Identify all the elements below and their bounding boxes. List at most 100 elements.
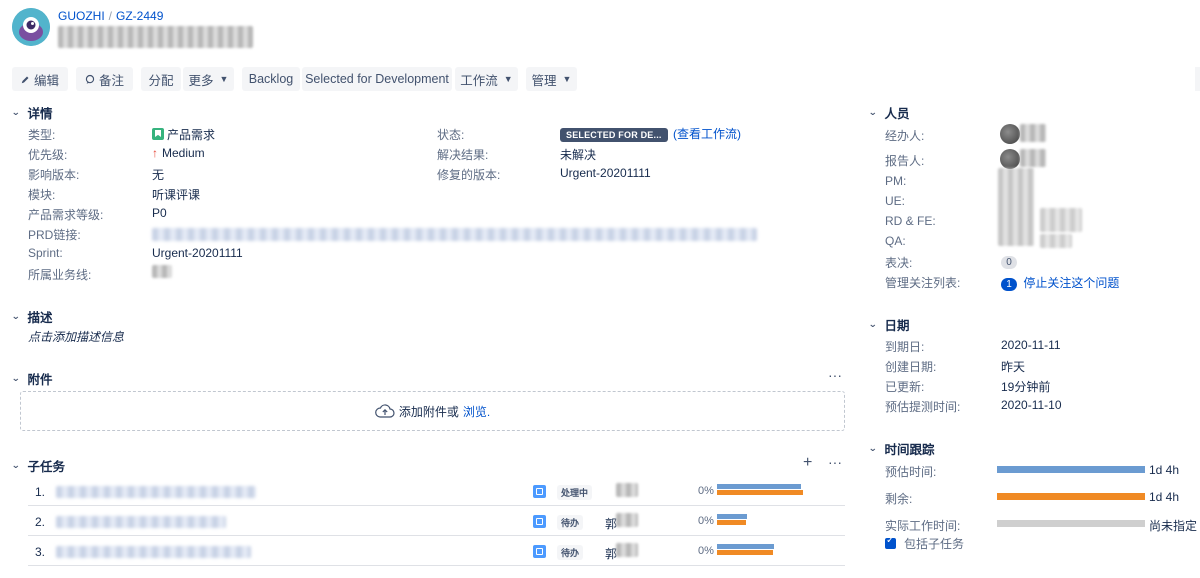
check-icon: ✓	[886, 535, 895, 546]
prd-link[interactable]	[152, 228, 757, 241]
chevron-down-icon: ▼	[562, 74, 572, 84]
browse-link[interactable]: 浏览.	[463, 403, 490, 420]
selected-dev-label: Selected for Development	[305, 72, 449, 86]
subtask-remaining-bar	[717, 550, 773, 555]
subtask-status-badge[interactable]: 待办	[557, 545, 584, 560]
priority-label: 优先级:	[28, 148, 68, 162]
selected-for-development-button[interactable]: Selected for Development	[302, 67, 452, 91]
attachments-section-toggle[interactable]: ⌄ 附件	[11, 369, 52, 388]
type-value-text: 产品需求	[167, 128, 216, 142]
subtask-summary[interactable]	[56, 486, 256, 498]
chevron-down-icon: ⌄	[11, 107, 21, 117]
comment-button[interactable]: 备注	[76, 67, 133, 91]
votes-count-badge: 0	[1001, 256, 1017, 269]
subtask-progress-text: 0%	[698, 515, 714, 527]
status-badge[interactable]: SELECTED FOR DE...	[560, 128, 668, 142]
include-subtasks-row: ✓ 包括子任务	[885, 535, 964, 552]
dates-section-toggle[interactable]: ⌄ 日期	[868, 315, 910, 334]
dates-title: 日期	[884, 319, 910, 333]
description-placeholder[interactable]: 点击添加描述信息	[28, 328, 124, 345]
edit-button[interactable]: 编辑	[12, 67, 68, 91]
more-button[interactable]: 更多 ▼	[183, 67, 234, 91]
priority-value: ↑ Medium	[152, 146, 205, 160]
ue-label: UE:	[885, 194, 906, 208]
story-type-icon	[152, 128, 164, 140]
subtasks-title: 子任务	[27, 460, 66, 474]
resolution-label: 解决结果:	[437, 148, 489, 162]
include-subtasks-checkbox[interactable]: ✓	[885, 535, 896, 549]
business-line-label: 所属业务线:	[28, 268, 92, 282]
status-value: SELECTED FOR DE... (查看工作流)	[560, 125, 741, 142]
view-workflow-link[interactable]: (查看工作流)	[673, 127, 741, 141]
created-value: 昨天	[1001, 360, 1026, 374]
more-label: 更多	[188, 73, 214, 88]
admin-label: 管理	[531, 73, 557, 88]
assignee-avatar[interactable]	[1000, 124, 1020, 144]
subtask-status-badge[interactable]: 处理中	[557, 485, 593, 500]
cloud-upload-icon	[374, 404, 395, 418]
details-section-toggle[interactable]: ⌄ 详情	[11, 103, 52, 122]
reporter-name[interactable]	[1020, 149, 1046, 167]
subtask-row[interactable]: 2. 待办 郭 0%	[28, 507, 845, 536]
project-avatar[interactable]	[12, 8, 50, 46]
requirement-level-label: 产品需求等级:	[28, 208, 104, 222]
attachment-dropzone[interactable]: 添加附件或 浏览.	[20, 391, 845, 431]
breadcrumb-project[interactable]: GUOZHI	[58, 9, 105, 23]
reporter-avatar[interactable]	[1000, 149, 1020, 169]
subtask-row[interactable]: 3. 待办 郭 0%	[28, 537, 845, 566]
stop-watching-link[interactable]: 停止关注这个问题	[1023, 276, 1119, 290]
reporter-label: 报告人:	[885, 154, 925, 168]
admin-button[interactable]: 管理 ▼	[526, 67, 577, 91]
qa-value	[1040, 234, 1072, 248]
more-options-icon[interactable]: ···	[828, 367, 842, 383]
subtask-estimate-bar	[717, 514, 747, 519]
resolution-value: 未解决	[560, 148, 597, 162]
subtask-progress-text: 0%	[698, 545, 714, 557]
fix-version-label: 修复的版本:	[437, 168, 501, 182]
estimated-label: 预估时间:	[885, 465, 937, 479]
type-value: 产品需求	[152, 126, 215, 143]
subtask-type-icon	[533, 485, 546, 498]
logged-value: 尚未指定	[1149, 519, 1198, 533]
pencil-icon	[21, 76, 29, 83]
sprint-label: Sprint:	[28, 246, 63, 260]
comment-icon	[85, 74, 95, 84]
sprint-value[interactable]: Urgent-20201111	[152, 246, 243, 260]
issue-title[interactable]	[58, 26, 253, 48]
subtask-summary[interactable]	[56, 546, 251, 558]
subtasks-section-toggle[interactable]: ⌄ 子任务	[11, 456, 66, 475]
subtask-summary[interactable]	[56, 516, 226, 528]
subtask-assignee	[616, 513, 638, 527]
subtask-type-icon	[533, 515, 546, 528]
assignee-name[interactable]	[1020, 124, 1046, 142]
component-link[interactable]: 听课评课	[152, 186, 200, 203]
estimated-bar	[997, 466, 1145, 473]
people-title: 人员	[884, 107, 910, 121]
workflow-button[interactable]: 工作流 ▼	[455, 67, 518, 91]
watchers-count-badge[interactable]: 1	[1001, 278, 1017, 291]
subtask-status-badge[interactable]: 待办	[557, 515, 584, 530]
subtask-remaining-bar	[717, 490, 803, 495]
chevron-down-icon: ▼	[219, 74, 229, 84]
affects-version-label: 影响版本:	[28, 168, 80, 182]
breadcrumb-issue-key[interactable]: GZ-2449	[116, 9, 163, 23]
subtask-estimate-bar	[717, 544, 774, 549]
more-options-icon[interactable]: ···	[828, 454, 842, 470]
votes-value[interactable]: 0	[1001, 254, 1017, 269]
chevron-down-icon: ▼	[503, 74, 513, 84]
est-test-date-value: 2020-11-10	[1001, 398, 1062, 412]
description-section-toggle[interactable]: ⌄ 描述	[11, 307, 52, 326]
backlog-button[interactable]: Backlog	[242, 67, 300, 91]
scrollbar-edge[interactable]	[1195, 67, 1200, 91]
assign-button[interactable]: 分配	[141, 67, 181, 91]
subtask-row[interactable]: 1. 处理中 0%	[28, 477, 845, 506]
subtask-assignee	[616, 543, 638, 557]
add-subtask-icon[interactable]: +	[803, 454, 812, 472]
subtask-number: 2.	[35, 515, 46, 529]
include-subtasks-label: 包括子任务	[904, 537, 965, 551]
chevron-down-icon: ⌄	[11, 311, 21, 321]
people-section-toggle[interactable]: ⌄ 人员	[868, 103, 910, 122]
estimated-value: 1d 4h	[1149, 463, 1180, 477]
time-tracking-section-toggle[interactable]: ⌄ 时间跟踪	[868, 439, 934, 458]
fix-version-link[interactable]: Urgent-20201111	[560, 166, 651, 180]
